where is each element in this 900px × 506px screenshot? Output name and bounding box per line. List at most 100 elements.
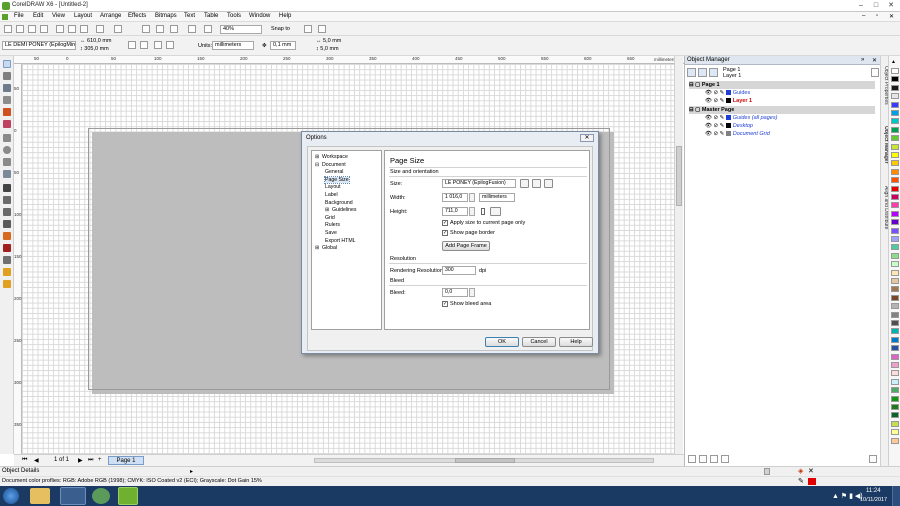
palette-swatch[interactable] <box>891 68 899 74</box>
doc-restore-icon[interactable]: ▫ <box>876 13 878 19</box>
print-icon[interactable] <box>40 25 48 33</box>
menu-bitmaps[interactable]: Bitmaps <box>155 13 177 19</box>
polygon-tool-icon[interactable] <box>3 158 11 166</box>
palette-swatch[interactable] <box>891 437 899 444</box>
docker-collapse-icon[interactable]: » <box>861 57 864 63</box>
tree-item[interactable]: Layout <box>325 184 341 190</box>
palette-swatch[interactable] <box>891 168 899 175</box>
connector-tool-icon[interactable] <box>3 220 11 228</box>
height-spinner[interactable] <box>469 207 475 216</box>
zoom-tool-icon[interactable] <box>3 96 11 104</box>
eye-icon[interactable]: 👁 <box>705 131 712 137</box>
palette-swatch[interactable] <box>891 328 899 335</box>
palette-swatch[interactable] <box>891 110 899 116</box>
palette-swatch[interactable] <box>891 185 899 192</box>
palette-swatch[interactable] <box>891 261 899 268</box>
layer-row-guides-all[interactable]: 👁 ⊘ ✎ Guides (all pages) <box>689 114 875 122</box>
palette-swatch[interactable] <box>891 387 899 394</box>
palette-swatch[interactable] <box>891 227 899 234</box>
delete-layer-icon[interactable] <box>869 455 877 463</box>
lock-toggle-icon[interactable]: ✎ <box>720 90 725 96</box>
eye-icon[interactable]: 👁 <box>705 98 712 104</box>
layer-properties-icon[interactable] <box>721 455 729 463</box>
layer-color-swatch[interactable] <box>725 131 731 137</box>
duplicate-distance-x[interactable]: ↔ 5,0 mm <box>316 38 341 44</box>
new-master-layer-all-icon[interactable] <box>710 455 718 463</box>
add-page-icon[interactable]: + <box>98 457 102 463</box>
tree-item[interactable]: ⊞ Guidelines <box>325 207 357 213</box>
export-icon[interactable] <box>170 25 178 33</box>
collapse-icon[interactable]: ⊟ <box>315 162 320 168</box>
page-tab[interactable]: Page 1 <box>108 456 144 465</box>
paper-preset-select[interactable]: LE DEMI PONEY (EpilogMini) <box>2 41 76 50</box>
show-desktop-button[interactable] <box>892 486 900 506</box>
palette-swatch[interactable] <box>891 353 899 360</box>
menu-window[interactable]: Window <box>249 13 270 19</box>
tree-item[interactable]: Background <box>325 200 353 206</box>
tray-icons[interactable]: ▲ ⚑ ▮ ◀) <box>832 492 863 500</box>
palette-swatch[interactable] <box>891 244 899 251</box>
taskbar-coreldraw-icon[interactable] <box>118 487 138 505</box>
palette-swatch[interactable] <box>891 202 899 209</box>
palette-swatch[interactable] <box>891 252 899 259</box>
minimize-icon[interactable]: – <box>854 1 868 10</box>
quick-customize-icon[interactable] <box>764 468 770 475</box>
search-content-icon[interactable] <box>142 25 150 33</box>
page-width-field[interactable]: ↔ 610,0 mm <box>80 38 112 44</box>
print-toggle-icon[interactable]: ⊘ <box>714 98 719 104</box>
options-icon[interactable] <box>318 25 326 33</box>
next-page-icon[interactable]: ▶ <box>78 457 83 464</box>
expand-status-icon[interactable]: ▸ <box>190 468 193 475</box>
publish-pdf-icon[interactable] <box>188 25 196 33</box>
text-tool-icon[interactable] <box>3 184 11 192</box>
import-icon[interactable] <box>156 25 164 33</box>
table-tool-icon[interactable] <box>3 196 11 204</box>
color-profiles-text[interactable]: Document color proflies: RGB: Adobe RGB … <box>2 478 262 484</box>
lock-toggle-icon[interactable]: ✎ <box>720 123 725 129</box>
rendering-resolution-select[interactable]: 300 <box>442 266 476 275</box>
bleed-spinner[interactable] <box>469 288 475 297</box>
nudge-distance-field[interactable]: 0,1 mm <box>270 41 296 50</box>
tree-item[interactable]: Label <box>325 192 338 198</box>
palette-swatch[interactable] <box>891 143 899 150</box>
dimension-tool-icon[interactable] <box>3 208 11 216</box>
open-icon[interactable] <box>16 25 24 33</box>
palette-swatch[interactable] <box>891 429 899 436</box>
eye-icon[interactable]: 👁 <box>705 123 712 129</box>
palette-swatch[interactable] <box>891 194 899 200</box>
layer-row-desktop[interactable]: 👁 ⊘ ✎ Desktop <box>689 122 875 130</box>
previous-page-icon[interactable]: ◀ <box>34 457 39 464</box>
palette-swatch[interactable] <box>891 420 899 427</box>
last-page-icon[interactable]: ⏭ <box>88 457 93 464</box>
undo-icon[interactable] <box>96 25 104 33</box>
palette-swatch[interactable] <box>891 362 899 368</box>
lock-toggle-icon[interactable]: ✎ <box>720 131 725 137</box>
layer-color-swatch[interactable] <box>725 98 731 104</box>
menu-edit[interactable]: Edit <box>33 13 43 19</box>
ok-button[interactable]: OK <box>485 337 519 347</box>
palette-swatch[interactable] <box>891 76 899 83</box>
cut-icon[interactable] <box>56 25 64 33</box>
palette-swatch[interactable] <box>891 126 899 133</box>
snap-to-dropdown[interactable]: Snap to <box>268 25 300 34</box>
landscape-icon[interactable] <box>140 41 148 49</box>
dialog-close-button[interactable]: ✕ <box>580 134 594 142</box>
all-pages-icon[interactable] <box>154 41 162 49</box>
duplicate-distance-y[interactable]: ↕ 5,0 mm <box>316 46 339 52</box>
smart-fill-tool-icon[interactable] <box>3 120 11 128</box>
size-select[interactable]: LE PONEY (EpilogFusion) <box>442 179 516 188</box>
bleed-field[interactable]: 0,0 <box>442 288 468 297</box>
show-object-properties-icon[interactable] <box>698 68 707 77</box>
height-field[interactable]: 711,0 <box>442 207 468 216</box>
outline-pen-tool-icon[interactable] <box>3 256 11 264</box>
portrait-orientation-icon[interactable] <box>481 208 485 215</box>
pick-tool-icon[interactable] <box>3 60 11 68</box>
paste-icon[interactable] <box>80 25 88 33</box>
palette-swatch[interactable] <box>891 395 899 402</box>
show-bleed-area-checkbox[interactable]: ✓ <box>442 301 448 307</box>
tree-item[interactable]: General <box>325 169 343 175</box>
print-toggle-icon[interactable]: ⊘ <box>714 90 719 96</box>
page-height-field[interactable]: ↕ 305,0 mm <box>80 46 109 52</box>
layer-row-document-grid[interactable]: 👁 ⊘ ✎ Document Grid <box>689 130 875 138</box>
delete-preset-icon[interactable] <box>544 179 553 188</box>
